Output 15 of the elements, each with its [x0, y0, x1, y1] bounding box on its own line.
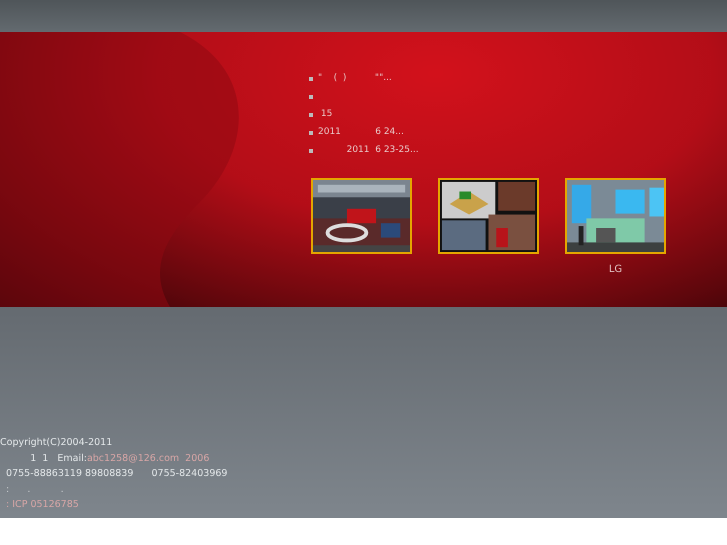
bullet-icon	[309, 95, 313, 99]
news-link[interactable]: 15	[318, 108, 332, 122]
icp-text: : ICP 05126785	[5, 498, 79, 512]
bullet-icon	[309, 131, 313, 135]
bullet-icon	[309, 149, 313, 153]
news-link[interactable]: " ( ) ""...	[318, 72, 392, 86]
address-text: : . .	[5, 482, 64, 496]
copyright-text: Copyright(C)2004-2011	[0, 436, 112, 450]
news-link[interactable]: 2011 6 23-25...	[318, 144, 419, 158]
photo-caption: LG	[608, 263, 622, 277]
phone-text: 0755-88863119 89808839 0755-82403969	[5, 467, 228, 481]
bullet-icon	[309, 77, 313, 81]
contact-text: 1 1 Email:	[29, 452, 87, 466]
bullet-icon	[309, 113, 313, 117]
news-link[interactable]: 2011 6 24...	[318, 126, 404, 140]
